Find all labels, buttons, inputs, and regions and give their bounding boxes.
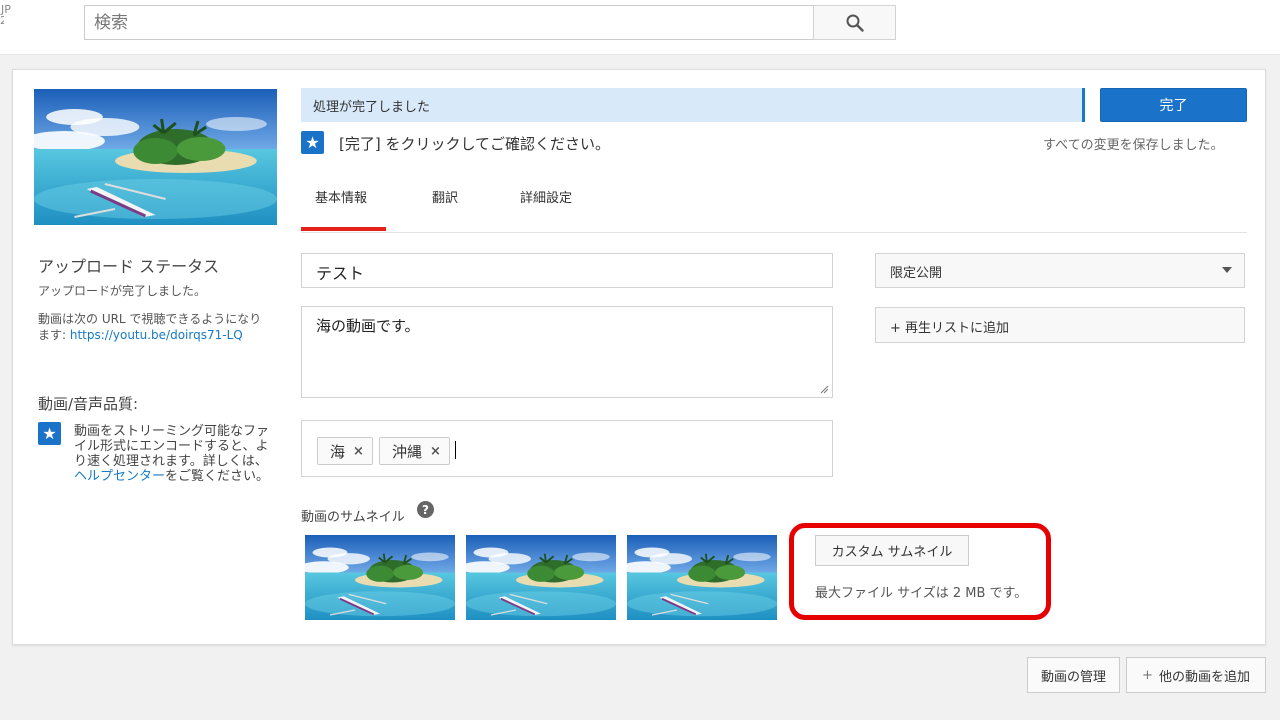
progress-text: 処理が完了しました <box>313 100 431 115</box>
title-value: テスト <box>316 264 365 283</box>
search-icon <box>846 14 864 32</box>
done-button[interactable]: 完了 <box>1100 88 1247 122</box>
thumbnail-option[interactable] <box>305 535 455 620</box>
text-caret <box>455 441 456 459</box>
note-suffix: をご覧ください。 <box>165 469 270 484</box>
privacy-select[interactable]: 限定公開 <box>875 253 1245 288</box>
quality-note: 動画をストリーミング可能なファイル形式にエンコードすると、より速く処理されます。… <box>74 424 272 484</box>
manage-videos-button[interactable]: 動画の管理 <box>1027 657 1120 693</box>
max-file-size-text: 最大ファイル サイズは 2 MB です。 <box>815 586 1028 601</box>
search-placeholder: 検索 <box>94 13 128 33</box>
title-input[interactable]: テスト <box>301 253 833 288</box>
upload-card: アップロード ステータス アップロードが完了しました。 動画は次の URL で視… <box>12 69 1266 645</box>
description-textarea[interactable]: 海の動画です。 <box>301 306 833 398</box>
top-bar: JP 2 検索 <box>0 0 1280 55</box>
processing-progress-bar: 処理が完了しました <box>301 88 1085 122</box>
upload-done-text: アップロードが完了しました。 <box>38 284 207 298</box>
add-more-videos-label: 他の動画を追加 <box>1158 669 1250 685</box>
search-button[interactable] <box>813 5 896 40</box>
tab-basic-info[interactable]: 基本情報 <box>315 187 367 206</box>
video-url-text: 動画は次の URL で視聴できるようになります: https://youtu.b… <box>38 311 270 343</box>
thumbnail-label: 動画のサムネイル <box>301 510 405 525</box>
upload-status-title: アップロード ステータス <box>38 257 220 276</box>
tags-input[interactable]: 海 × 沖縄 × <box>301 420 833 477</box>
remove-tag-icon[interactable]: × <box>430 444 441 459</box>
add-more-videos-button[interactable]: + 他の動画を追加 <box>1126 657 1266 693</box>
help-center-link[interactable]: ヘルプセンター <box>74 469 165 484</box>
video-preview-image <box>34 89 277 225</box>
description-value: 海の動画です。 <box>316 317 420 335</box>
quality-title: 動画/音声品質: <box>38 395 139 413</box>
note-text: 動画をストリーミング可能なファイル形式にエンコードすると、より速く処理されます。… <box>74 424 270 469</box>
confirm-text: [完了] をクリックしてご確認ください。 <box>339 135 611 153</box>
tab-advanced-settings[interactable]: 詳細設定 <box>520 187 572 206</box>
search-input[interactable]: 検索 <box>84 5 814 40</box>
star-icon: ★ <box>301 131 324 154</box>
thumbnail-option[interactable] <box>466 535 616 620</box>
help-icon[interactable]: ? <box>417 501 434 518</box>
tag-label: 沖縄 <box>392 442 423 461</box>
remove-tag-icon[interactable]: × <box>353 444 364 459</box>
active-tab-indicator <box>301 227 386 231</box>
custom-thumbnail-button[interactable]: カスタム サムネイル <box>815 535 969 566</box>
chevron-down-icon <box>1222 267 1232 273</box>
region-suffix: 2 <box>0 15 4 26</box>
resize-handle-icon[interactable] <box>819 384 829 394</box>
saved-status-text: すべての変更を保存しました。 <box>1043 138 1224 153</box>
star-icon: ★ <box>38 422 61 445</box>
region-code: JP <box>1 3 11 16</box>
tag-label: 海 <box>330 442 346 461</box>
tab-divider <box>301 232 1247 233</box>
tag-chip: 沖縄 × <box>379 437 450 465</box>
video-url-link[interactable]: https://youtu.be/doirqs71-LQ <box>70 328 243 342</box>
add-to-playlist-button[interactable]: + 再生リストに追加 <box>875 307 1245 343</box>
plus-icon: + <box>1142 667 1153 683</box>
region-indicator: JP 2 <box>0 4 11 26</box>
thumbnail-option[interactable] <box>627 535 777 620</box>
tab-translation[interactable]: 翻訳 <box>432 187 458 206</box>
privacy-value: 限定公開 <box>890 266 943 281</box>
tag-chip: 海 × <box>317 437 373 465</box>
